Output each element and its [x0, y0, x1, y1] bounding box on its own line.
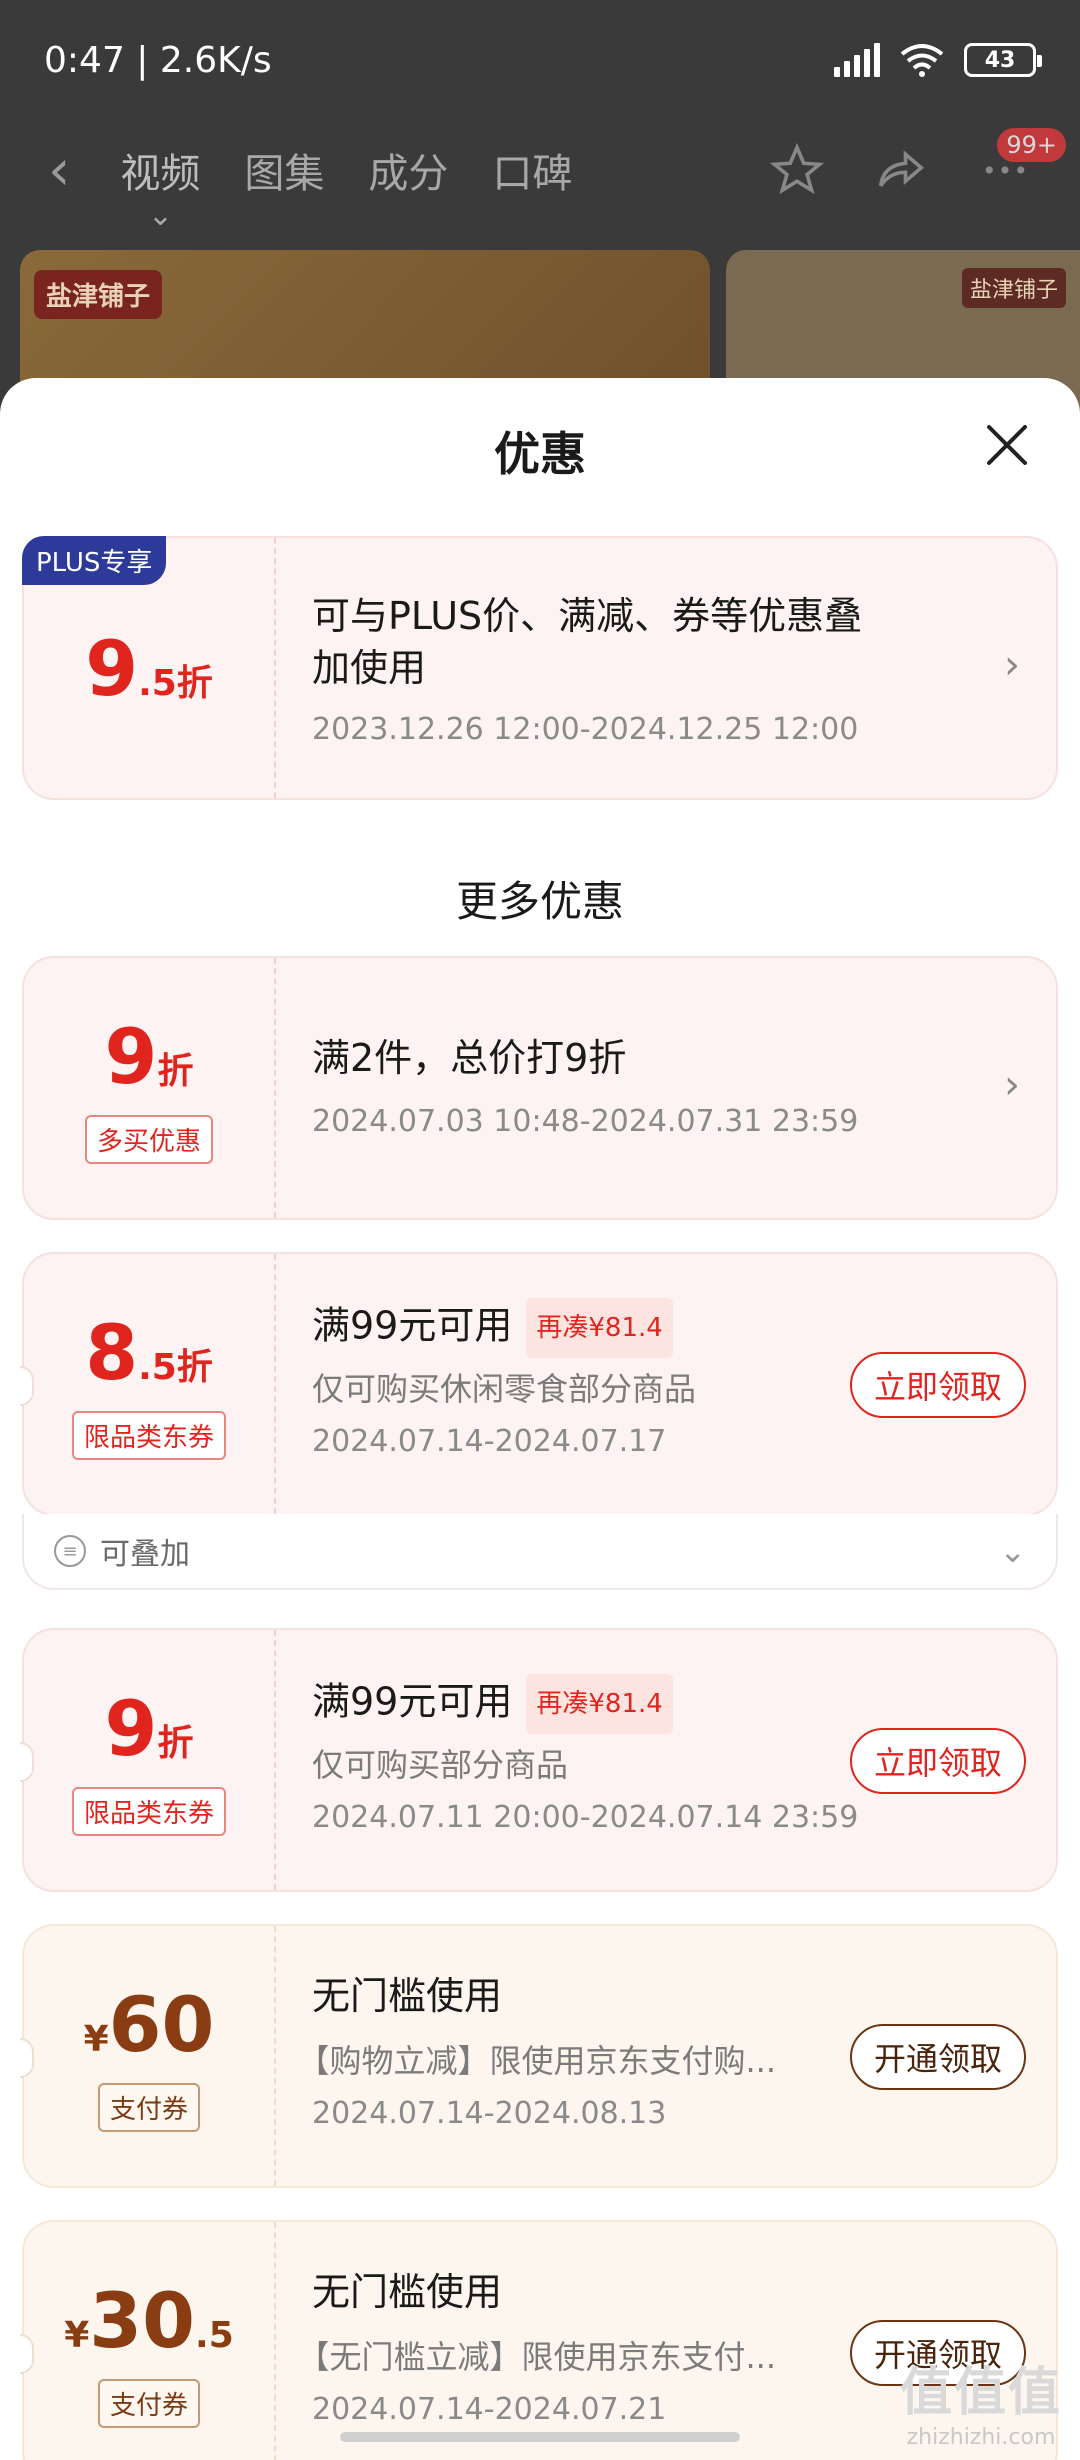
currency-symbol: ¥: [64, 2315, 90, 2356]
status-bar: 0:47 | 2.6K/s 43: [0, 0, 1080, 120]
discount-value: 9 折: [105, 1684, 194, 1773]
payment-coupon-card: ¥ 60 支付券 无门槛使用 【购物立减】限使用京东支付购... 2024.07…: [20, 1924, 1058, 2188]
validity-date: 2024.07.14-2024.08.13: [312, 2096, 667, 2131]
discount-value-panel: 8 .5折 限品类东券: [24, 1254, 276, 1514]
chevron-down-icon: ⌄: [999, 1532, 1026, 1570]
coupon-scope: 【无门槛立减】限使用京东支付...: [297, 2338, 776, 2376]
currency-symbol: ¥: [83, 2019, 109, 2060]
share-icon[interactable]: [874, 143, 928, 197]
remaining-amount-chip: 再凑¥81.4: [526, 1674, 673, 1734]
battery-level: 43: [984, 47, 1016, 73]
discount-description: 满2件，总价打9折: [312, 1036, 627, 1080]
discount-value-panel: ¥ 30 .5 支付券: [24, 2222, 276, 2460]
close-button[interactable]: [980, 418, 1034, 472]
activate-claim-button[interactable]: 开通领取: [850, 2024, 1026, 2090]
tab-gallery[interactable]: 图集: [244, 141, 324, 199]
home-indicator[interactable]: [340, 2432, 740, 2442]
star-icon[interactable]: [770, 143, 824, 197]
stackable-label: 可叠加: [100, 1537, 190, 1572]
discount-number: 60: [108, 1980, 215, 2069]
remaining-amount-chip: 再凑¥81.4: [526, 1298, 673, 1358]
watermark: 值值值 zhizhizhi.com: [900, 2350, 1062, 2450]
discount-description-cont: 加使用: [312, 646, 427, 690]
status-time: 0:47 | 2.6K/s: [44, 39, 272, 81]
category-coupon-card: 9 折 限品类东券 满99元可用 再凑¥81.4 仅可购买部分商品 2024.07…: [20, 1628, 1058, 1892]
discount-type-tag: 限品类东券: [71, 1411, 226, 1460]
stack-icon: ≡: [54, 1535, 86, 1567]
message-count-badge: 99+: [997, 128, 1066, 162]
product-image-strip: 盐津铺子 盐津铺子: [0, 240, 1080, 450]
nav-actions: [770, 143, 1032, 197]
validity-date: 2023.12.26 12:00-2024.12.25 12:00: [312, 712, 859, 747]
coupon-scope: 仅可购买部分商品: [312, 1746, 569, 1784]
back-icon[interactable]: ‹: [48, 138, 70, 203]
coupon-condition: 无门槛使用: [312, 2270, 503, 2314]
discount-value-panel: 9 折 多买优惠: [24, 958, 276, 1218]
tab-ingredients[interactable]: 成分: [368, 141, 448, 199]
discount-description: 可与PLUS价、满减、券等优惠叠: [312, 594, 863, 638]
discount-value: ¥ 60: [84, 1980, 215, 2069]
brand-logo: 盐津铺子: [961, 268, 1066, 308]
discount-unit: .5折: [138, 662, 213, 704]
discount-value: 9 折: [105, 1012, 194, 1101]
discount-value: 9 .5折: [85, 624, 213, 713]
wifi-icon: [900, 44, 944, 77]
multi-buy-discount-card[interactable]: 9 折 多买优惠 满2件，总价打9折 2024.07.03 10:48-2024…: [22, 956, 1058, 1220]
plus-discount-card[interactable]: 9 .5折 PLUS专享 可与PLUS价、满减、券等优惠叠 加使用 2023.1…: [22, 536, 1058, 800]
tab-reviews[interactable]: 口碑: [492, 141, 572, 199]
watermark-logo: 值值值: [899, 2363, 1062, 2423]
category-coupon-card: 8 .5折 限品类东券 满99元可用 再凑¥81.4 仅可购买休闲零食部分商品 2…: [20, 1252, 1058, 1516]
coupon-condition: 满99元可用 再凑¥81.4: [312, 1674, 673, 1734]
discount-value: ¥ 30 .5: [64, 2276, 234, 2365]
validity-date: 2024.07.14-2024.07.21: [312, 2392, 667, 2427]
claim-now-button[interactable]: 立即领取: [850, 1728, 1026, 1794]
discount-value-panel: ¥ 60 支付券: [24, 1926, 276, 2186]
discount-value: 8 .5折: [85, 1308, 213, 1397]
coupon-threshold: 满99元可用: [312, 1679, 513, 1724]
battery-icon: 43: [964, 43, 1042, 77]
discount-number: 9: [85, 623, 139, 713]
validity-date: 2024.07.14-2024.07.17: [312, 1424, 667, 1459]
watermark-url: zhizhizhi.com: [906, 2425, 1056, 2450]
stackable-toggle-row[interactable]: ≡ 可叠加 ⌄: [22, 1514, 1058, 1590]
discount-type-tag: 多买优惠: [84, 1115, 213, 1164]
more-offers-title: 更多优惠: [455, 877, 624, 926]
validity-date: 2024.07.03 10:48-2024.07.31 23:59: [312, 1104, 859, 1139]
coupon-condition: 满99元可用 再凑¥81.4: [312, 1298, 673, 1358]
discount-unit: 折: [157, 1051, 194, 1092]
status-icons: 43: [834, 42, 1042, 78]
discount-sheet: 优惠 9 .5折 PLUS专享 可与PLUS价、满减、券等优惠叠 加使用 202…: [0, 378, 1080, 2460]
coupon-scope: 仅可购买休闲零食部分商品: [312, 1370, 697, 1408]
discount-number: 9: [104, 1684, 158, 1773]
discount-number: 9: [104, 1012, 158, 1101]
chevron-right-icon: ›: [1004, 1062, 1020, 1108]
discount-details: 满2件，总价打9折 2024.07.03 10:48-2024.07.31 23…: [312, 958, 1026, 1218]
discount-details: 可与PLUS价、满减、券等优惠叠 加使用 2023.12.26 12:00-20…: [312, 538, 1026, 798]
product-nav-bar: ‹ 视频 图集 成分 口碑: [0, 120, 1080, 220]
brand-logo: 盐津铺子: [34, 270, 163, 319]
coupon-condition: 无门槛使用: [312, 1974, 503, 2018]
discount-decimal: .5: [195, 2315, 234, 2356]
signal-icon: [834, 43, 880, 77]
coupon-scope: 【购物立减】限使用京东支付购...: [297, 2042, 776, 2080]
discount-type-tag: 限品类东券: [71, 1787, 226, 1836]
close-icon: [987, 425, 1027, 465]
chevron-right-icon: ›: [1004, 642, 1020, 688]
tab-video[interactable]: 视频: [120, 141, 200, 199]
discount-value-panel: 9 折 限品类东券: [24, 1630, 276, 1890]
coupon-threshold: 满99元可用: [312, 1303, 513, 1348]
discount-type-tag: 支付券: [97, 2083, 200, 2132]
plus-exclusive-badge: PLUS专享: [22, 536, 167, 585]
discount-number: 30: [89, 2276, 196, 2365]
discount-number: 8: [85, 1308, 139, 1397]
discount-unit: 折: [157, 1723, 194, 1764]
discount-type-tag: 支付券: [97, 2379, 200, 2428]
claim-now-button[interactable]: 立即领取: [850, 1352, 1026, 1418]
discount-unit: .5折: [138, 1347, 213, 1388]
sheet-title: 优惠: [494, 427, 586, 481]
validity-date: 2024.07.11 20:00-2024.07.14 23:59: [312, 1800, 859, 1835]
